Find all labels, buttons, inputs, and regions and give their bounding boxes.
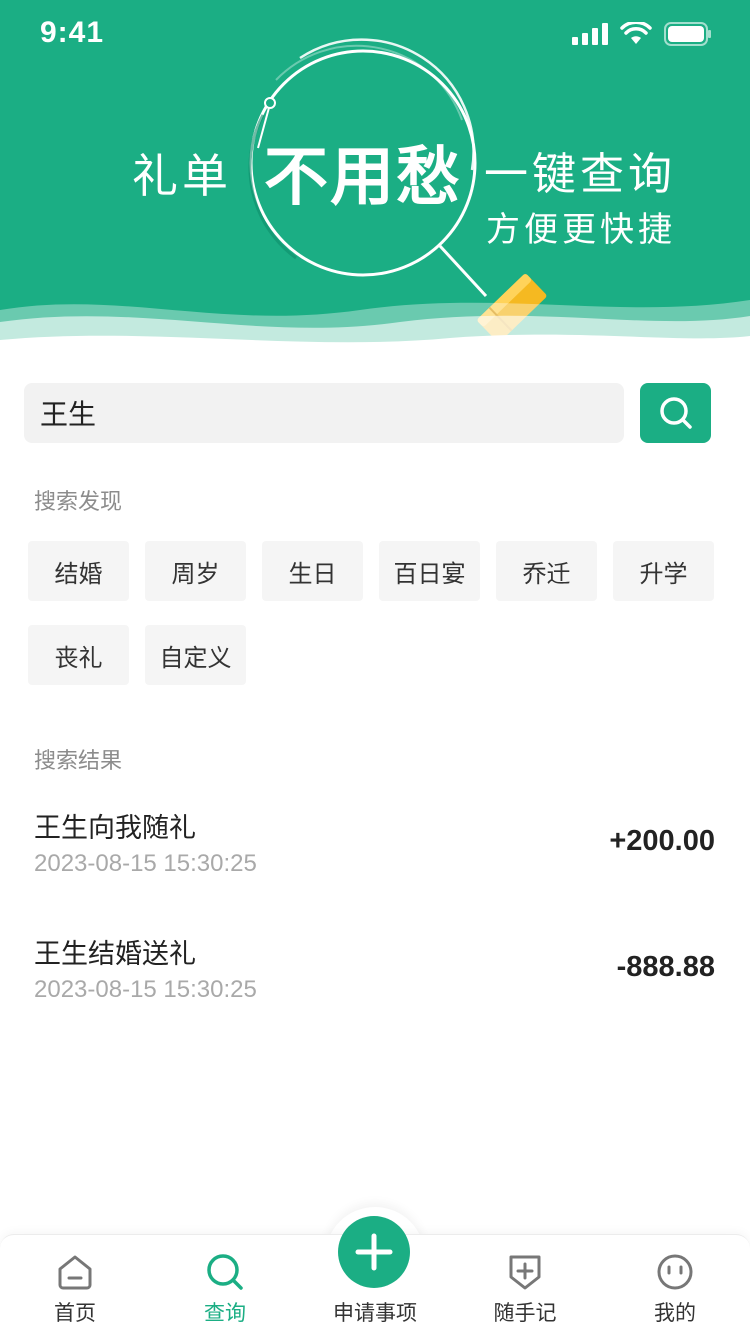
tag-custom[interactable]: 自定义 [145,625,246,685]
tag-funeral[interactable]: 丧礼 [28,625,129,685]
add-button[interactable] [338,1216,410,1288]
hero-text-left: 礼单 [132,149,232,203]
home-icon [58,1255,92,1290]
note-plus-icon [509,1255,541,1290]
discover-tags: 结婚 周岁 生日 百日宴 乔迁 升学 丧礼 自定义 [28,541,728,685]
plus-icon [355,1233,393,1271]
status-time: 9:41 [40,16,105,49]
tab-notes[interactable]: 随手记 [450,1235,600,1334]
result-item[interactable]: 王生向我随礼 2023-08-15 15:30:25 +200.00 [0,800,750,926]
result-item[interactable]: 王生结婚送礼 2023-08-15 15:30:25 -888.88 [0,926,750,1052]
tag-100-day-banquet[interactable]: 百日宴 [379,541,480,601]
tab-notes-label: 随手记 [493,1301,557,1325]
hero-text-right-line1: 一键查询 [484,149,676,200]
hero-banner: 9:41 礼单 不用愁 一键查询 方便更快捷 [0,0,750,360]
tag-birthday[interactable]: 生日 [262,541,363,601]
search-icon [207,1254,243,1290]
wave-decoration [0,300,750,360]
status-icons [572,22,712,46]
result-title: 王生结婚送礼 [34,939,196,970]
tag-wedding[interactable]: 结婚 [28,541,129,601]
hero-text-right-line2: 方便更快捷 [486,210,676,250]
tab-query[interactable]: 查询 [150,1235,300,1334]
tag-first-birthday[interactable]: 周岁 [145,541,246,601]
signal-icon [572,23,608,45]
tab-apply-label: 申请事项 [333,1301,417,1325]
tab-mine[interactable]: 我的 [600,1235,750,1334]
tab-mine-label: 我的 [654,1301,696,1325]
result-time: 2023-08-15 15:30:25 [34,850,257,877]
result-amount: -888.88 [616,951,715,983]
tag-housewarming[interactable]: 乔迁 [496,541,597,601]
wifi-icon [620,22,652,44]
section-title-results: 搜索结果 [34,749,123,774]
search-button[interactable] [640,383,711,443]
tab-home[interactable]: 首页 [0,1235,150,1334]
search-box [24,383,624,443]
search-icon [659,397,692,429]
result-amount: +200.00 [609,825,715,857]
profile-face-icon [657,1254,693,1290]
status-bar: 9:41 [0,0,750,70]
tag-school-promotion[interactable]: 升学 [613,541,714,601]
result-title: 王生向我随礼 [34,813,196,844]
hero-text-center: 不用愁 [264,141,462,215]
result-time: 2023-08-15 15:30:25 [34,976,257,1003]
tab-query-label: 查询 [204,1301,246,1325]
result-list: 王生向我随礼 2023-08-15 15:30:25 +200.00 王生结婚送… [0,800,750,1052]
battery-icon [664,22,711,46]
tab-home-label: 首页 [54,1301,96,1325]
search-input[interactable] [24,383,624,443]
section-title-discover: 搜索发现 [34,490,123,515]
